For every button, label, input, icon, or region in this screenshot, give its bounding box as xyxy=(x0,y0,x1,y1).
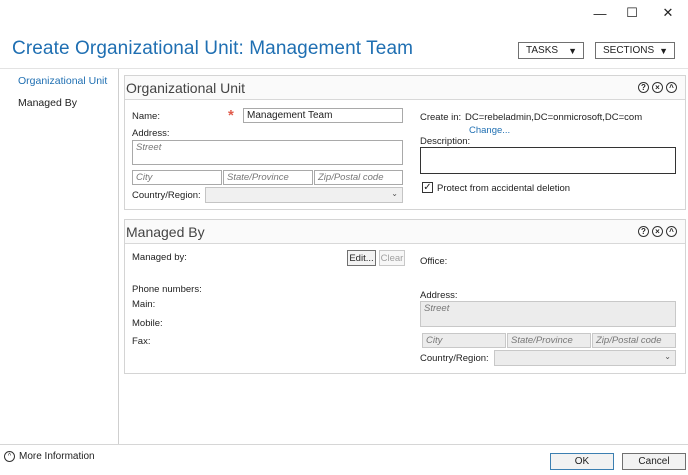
section-title: Organizational Unit xyxy=(126,80,246,96)
tasks-label: TASKS xyxy=(526,45,559,56)
section-header: Managed By ? × ^ xyxy=(125,220,685,242)
section-body: Name: * Management Team Address: Street … xyxy=(125,99,685,209)
dropdown-arrow-icon: ▼ xyxy=(568,46,577,56)
chevron-down-icon: ⌄ xyxy=(664,352,671,361)
sections-label: SECTIONS xyxy=(603,45,655,56)
required-marker: * xyxy=(228,107,234,124)
protect-checkbox[interactable]: ✓ xyxy=(422,182,433,193)
chevron-down-icon: ⌄ xyxy=(391,189,398,198)
description-label: Description: xyxy=(420,136,471,147)
help-icon[interactable]: ? xyxy=(638,82,649,93)
office-country-label: Country/Region: xyxy=(420,353,489,364)
city-input[interactable]: City xyxy=(132,170,222,185)
office-zip-input[interactable]: Zip/Postal code xyxy=(592,333,676,348)
change-link[interactable]: Change... xyxy=(469,125,510,136)
more-information-label: More Information xyxy=(19,451,95,462)
collapse-icon[interactable]: ^ xyxy=(666,226,677,237)
section-title: Managed By xyxy=(126,224,205,240)
mobile-phone-label: Mobile: xyxy=(132,318,163,329)
sections-dropdown[interactable]: SECTIONS ▼ xyxy=(595,42,675,59)
zip-input[interactable]: Zip/Postal code xyxy=(314,170,403,185)
edit-button[interactable]: Edit... xyxy=(347,250,376,266)
office-street-input[interactable]: Street xyxy=(420,301,676,327)
country-select[interactable]: ⌄ xyxy=(205,187,403,203)
clear-button[interactable]: Clear xyxy=(379,250,405,266)
close-window-button[interactable]: ✕ xyxy=(654,4,682,22)
address-label: Address: xyxy=(132,128,170,139)
create-in-label: Create in: xyxy=(420,112,462,123)
maximize-button[interactable]: ☐ xyxy=(618,4,646,22)
sidebar-nav: Organizational Unit Managed By xyxy=(0,69,119,444)
section-managed-by: Managed By ? × ^ Managed by: Edit... Cle… xyxy=(124,219,686,374)
nav-item-organizational-unit[interactable]: Organizational Unit xyxy=(18,75,107,87)
description-input[interactable] xyxy=(420,147,676,174)
page-title: Create Organizational Unit: Management T… xyxy=(12,38,414,59)
office-city-input[interactable]: City xyxy=(422,333,506,348)
protect-label: Protect from accidental deletion xyxy=(437,183,571,194)
section-header: Organizational Unit ? × ^ xyxy=(125,76,685,98)
phone-numbers-label: Phone numbers: xyxy=(132,284,202,295)
main-phone-label: Main: xyxy=(132,299,156,310)
section-organizational-unit: Organizational Unit ? × ^ Name: * Manage… xyxy=(124,75,686,210)
expand-up-icon: ^ xyxy=(4,451,15,462)
street-input[interactable]: Street xyxy=(132,140,403,165)
close-icon[interactable]: × xyxy=(652,226,663,237)
name-input[interactable]: Management Team xyxy=(243,108,403,123)
collapse-icon[interactable]: ^ xyxy=(666,82,677,93)
create-in-value: DC=rebeladmin,DC=onmicrosoft,DC=com xyxy=(465,112,643,123)
nav-item-managed-by[interactable]: Managed By xyxy=(18,97,77,109)
dropdown-arrow-icon: ▼ xyxy=(659,46,668,56)
country-label: Country/Region: xyxy=(132,190,201,201)
ok-button[interactable]: OK xyxy=(550,453,614,470)
tasks-dropdown[interactable]: TASKS ▼ xyxy=(518,42,584,59)
close-icon[interactable]: × xyxy=(652,82,663,93)
fax-label: Fax: xyxy=(132,336,151,347)
more-information-toggle[interactable]: ^ More Information xyxy=(4,451,95,462)
office-state-input[interactable]: State/Province xyxy=(507,333,591,348)
section-body: Managed by: Edit... Clear Phone numbers:… xyxy=(125,243,685,373)
help-icon[interactable]: ? xyxy=(638,226,649,237)
name-label: Name: xyxy=(132,111,160,122)
address-label: Address: xyxy=(420,290,458,301)
state-input[interactable]: State/Province xyxy=(223,170,313,185)
office-label: Office: xyxy=(420,256,448,267)
office-country-select[interactable]: ⌄ xyxy=(494,350,676,366)
managed-by-label: Managed by: xyxy=(132,252,187,263)
footer-divider xyxy=(0,444,688,445)
cancel-button[interactable]: Cancel xyxy=(622,453,686,470)
minimize-button[interactable]: — xyxy=(586,4,614,22)
